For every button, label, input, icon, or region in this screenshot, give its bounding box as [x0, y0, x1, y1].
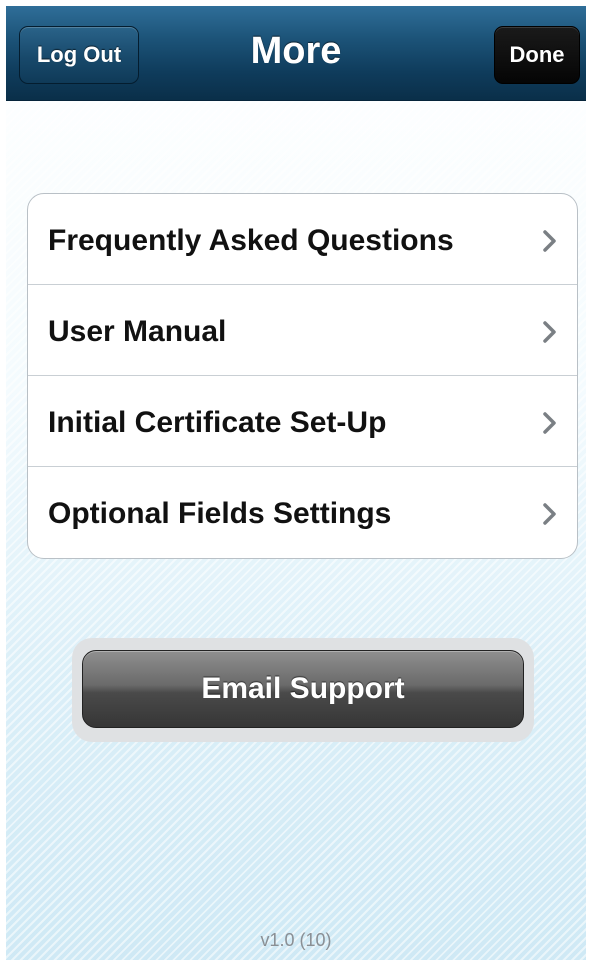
more-screen: Log Out More Done Frequently Asked Quest…	[6, 6, 586, 960]
menu-item-user-manual[interactable]: User Manual	[28, 285, 577, 376]
menu-item-optional-fields[interactable]: Optional Fields Settings	[28, 467, 577, 558]
menu-item-label: Optional Fields Settings	[48, 497, 392, 530]
navigation-bar: Log Out More Done	[6, 6, 586, 101]
settings-menu: Frequently Asked Questions User Manual I…	[27, 193, 578, 559]
done-button[interactable]: Done	[494, 26, 580, 84]
menu-item-certificate-setup[interactable]: Initial Certificate Set-Up	[28, 376, 577, 467]
chevron-right-icon	[543, 412, 556, 434]
chevron-right-icon	[543, 230, 556, 252]
version-label: v1.0 (10)	[260, 930, 332, 950]
menu-item-faq[interactable]: Frequently Asked Questions	[28, 194, 577, 285]
chevron-right-icon	[543, 321, 556, 343]
menu-item-label: Initial Certificate Set-Up	[48, 406, 387, 439]
menu-item-label: User Manual	[48, 315, 227, 348]
chevron-right-icon	[543, 503, 556, 525]
email-support-button[interactable]: Email Support	[82, 650, 524, 728]
menu-item-label: Frequently Asked Questions	[48, 224, 454, 257]
